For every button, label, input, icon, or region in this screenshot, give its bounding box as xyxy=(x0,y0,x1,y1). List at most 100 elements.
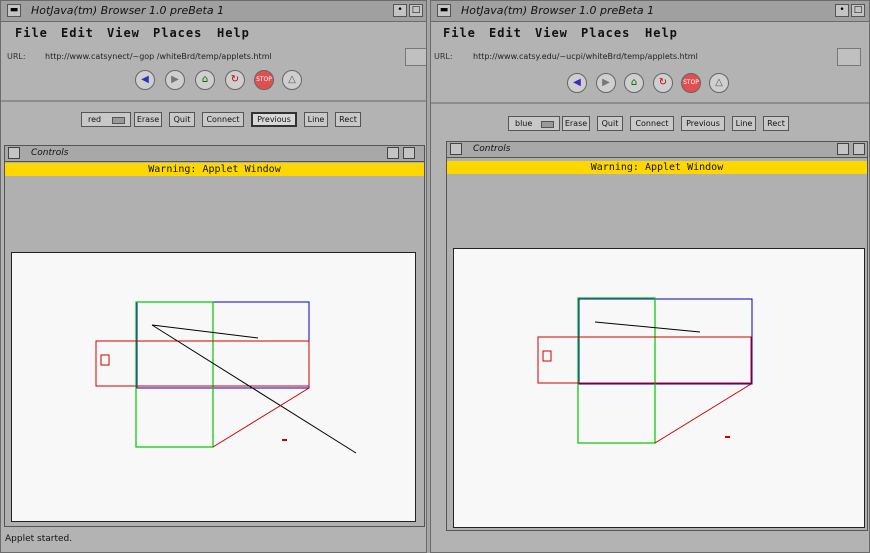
connect-button[interactable]: Connect xyxy=(630,116,674,131)
window-menu-icon[interactable]: ▬ xyxy=(7,4,21,17)
previous-button[interactable]: Previous xyxy=(251,112,297,127)
green-rectangle xyxy=(135,301,214,448)
url-row: URL: http://www.catsy.edu/~ucpi/whiteBrd… xyxy=(431,48,869,68)
window-menu-icon[interactable]: ▬ xyxy=(437,4,451,17)
rect-button[interactable]: Rect xyxy=(763,116,789,131)
controls-frame-title: Controls xyxy=(473,144,511,154)
menu-view[interactable]: View xyxy=(535,26,568,40)
maximize-icon[interactable] xyxy=(403,147,415,159)
back-arrow-icon[interactable]: ◀ xyxy=(567,73,587,93)
chevron-down-icon xyxy=(112,117,125,124)
red-dot xyxy=(282,439,287,441)
drawing-svg[interactable] xyxy=(454,249,866,529)
green-rectangle xyxy=(577,297,656,444)
window-menu-icon[interactable] xyxy=(450,143,462,155)
controls-frame: Controls Warning: Applet Window xyxy=(4,145,425,527)
color-choice[interactable]: blue xyxy=(508,116,560,131)
controls-frame: Controls Warning: Applet Window xyxy=(446,141,868,531)
home-icon[interactable]: ⌂ xyxy=(624,73,644,93)
menu-help[interactable]: Help xyxy=(217,26,250,40)
controls-frame-title: Controls xyxy=(31,148,69,158)
controls-frame-title-bar[interactable]: Controls xyxy=(447,142,867,158)
quit-button[interactable]: Quit xyxy=(169,112,195,127)
blue-rectangle xyxy=(578,298,753,385)
url-side-box xyxy=(837,48,861,66)
menu-file[interactable]: File xyxy=(443,26,476,40)
reload-icon[interactable]: ↻ xyxy=(653,73,673,93)
black-line-long xyxy=(151,324,357,454)
color-choice[interactable]: red xyxy=(81,112,131,127)
red-rectangle xyxy=(537,336,752,384)
browser-window-left: ▬ HotJava(tm) Browser 1.0 preBeta 1 • □ … xyxy=(0,0,427,553)
red-line xyxy=(212,387,310,448)
drawing-canvas[interactable] xyxy=(453,248,865,528)
warning-triangle-icon[interactable]: △ xyxy=(709,73,729,93)
applet-button-row: blue Erase Quit Connect Previous Line Re… xyxy=(431,116,869,136)
menu-bar: File Edit View Places Help xyxy=(1,22,426,44)
menu-file[interactable]: File xyxy=(15,26,48,40)
black-line-short xyxy=(151,324,259,339)
reload-icon[interactable]: ↻ xyxy=(225,70,245,90)
url-label: URL: xyxy=(7,52,26,61)
window-menu-icon[interactable] xyxy=(8,147,20,159)
connect-button[interactable]: Connect xyxy=(202,112,244,127)
previous-button[interactable]: Previous xyxy=(681,116,725,131)
line-button[interactable]: Line xyxy=(304,112,328,127)
erase-button[interactable]: Erase xyxy=(134,112,162,127)
divider xyxy=(431,102,869,104)
controls-frame-title-bar[interactable]: Controls xyxy=(5,146,424,162)
menu-edit[interactable]: Edit xyxy=(489,26,522,40)
divider xyxy=(1,100,426,102)
applet-warning-bar: Warning: Applet Window xyxy=(447,161,867,174)
window-title: HotJava(tm) Browser 1.0 preBeta 1 xyxy=(461,4,655,17)
color-choice-value: red xyxy=(88,115,102,124)
home-icon[interactable]: ⌂ xyxy=(195,70,215,90)
title-bar[interactable]: ▬ HotJava(tm) Browser 1.0 preBeta 1 • □ xyxy=(431,1,869,22)
small-red-rectangle xyxy=(100,354,110,366)
warning-triangle-icon[interactable]: △ xyxy=(282,70,302,90)
minimize-icon[interactable] xyxy=(837,143,849,155)
stop-icon[interactable]: STOP xyxy=(254,70,274,90)
menu-places[interactable]: Places xyxy=(581,26,630,40)
menu-help[interactable]: Help xyxy=(645,26,678,40)
small-red-rectangle xyxy=(542,350,552,362)
chevron-down-icon xyxy=(541,121,554,128)
maximize-icon[interactable] xyxy=(853,143,865,155)
applet-warning-bar: Warning: Applet Window xyxy=(5,163,424,176)
maximize-icon[interactable]: □ xyxy=(409,4,423,17)
forward-arrow-icon[interactable]: ▶ xyxy=(596,73,616,93)
url-row: URL: http://www.catsynect/~gop /whiteBrd… xyxy=(1,48,426,68)
line-button[interactable]: Line xyxy=(732,116,756,131)
stop-icon[interactable]: STOP xyxy=(681,73,701,93)
erase-button[interactable]: Erase xyxy=(562,116,590,131)
red-line xyxy=(654,383,752,444)
forward-arrow-icon[interactable]: ▶ xyxy=(165,70,185,90)
back-arrow-icon[interactable]: ◀ xyxy=(135,70,155,90)
drawing-svg[interactable] xyxy=(12,253,417,523)
window-title: HotJava(tm) Browser 1.0 preBeta 1 xyxy=(31,4,225,17)
url-label: URL: xyxy=(434,52,453,61)
red-dot xyxy=(725,436,730,438)
quit-button[interactable]: Quit xyxy=(597,116,623,131)
applet-button-row: red Erase Quit Connect Previous Line Rec… xyxy=(1,112,426,132)
rect-button[interactable]: Rect xyxy=(335,112,361,127)
menu-view[interactable]: View xyxy=(107,26,140,40)
red-rectangle xyxy=(95,340,310,387)
url-field[interactable]: http://www.catsynect/~gop /whiteBrd/temp… xyxy=(45,52,272,61)
browser-window-right: ▬ HotJava(tm) Browser 1.0 preBeta 1 • □ … xyxy=(430,0,870,553)
title-bar[interactable]: ▬ HotJava(tm) Browser 1.0 preBeta 1 • □ xyxy=(1,1,426,22)
nav-bar: ◀ ▶ ⌂ ↻ STOP △ xyxy=(1,70,426,98)
minimize-icon[interactable] xyxy=(387,147,399,159)
menu-edit[interactable]: Edit xyxy=(61,26,94,40)
maximize-icon[interactable]: □ xyxy=(851,4,865,17)
black-line-short xyxy=(594,321,701,333)
menu-bar: File Edit View Places Help xyxy=(431,22,869,44)
minimize-icon[interactable]: • xyxy=(393,4,407,17)
url-field[interactable]: http://www.catsy.edu/~ucpi/whiteBrd/temp… xyxy=(473,52,698,61)
drawing-canvas[interactable] xyxy=(11,252,416,522)
minimize-icon[interactable]: • xyxy=(835,4,849,17)
menu-places[interactable]: Places xyxy=(153,26,202,40)
status-text: Applet started. xyxy=(5,534,73,544)
url-side-box xyxy=(405,48,426,66)
blue-rectangle xyxy=(136,301,310,389)
